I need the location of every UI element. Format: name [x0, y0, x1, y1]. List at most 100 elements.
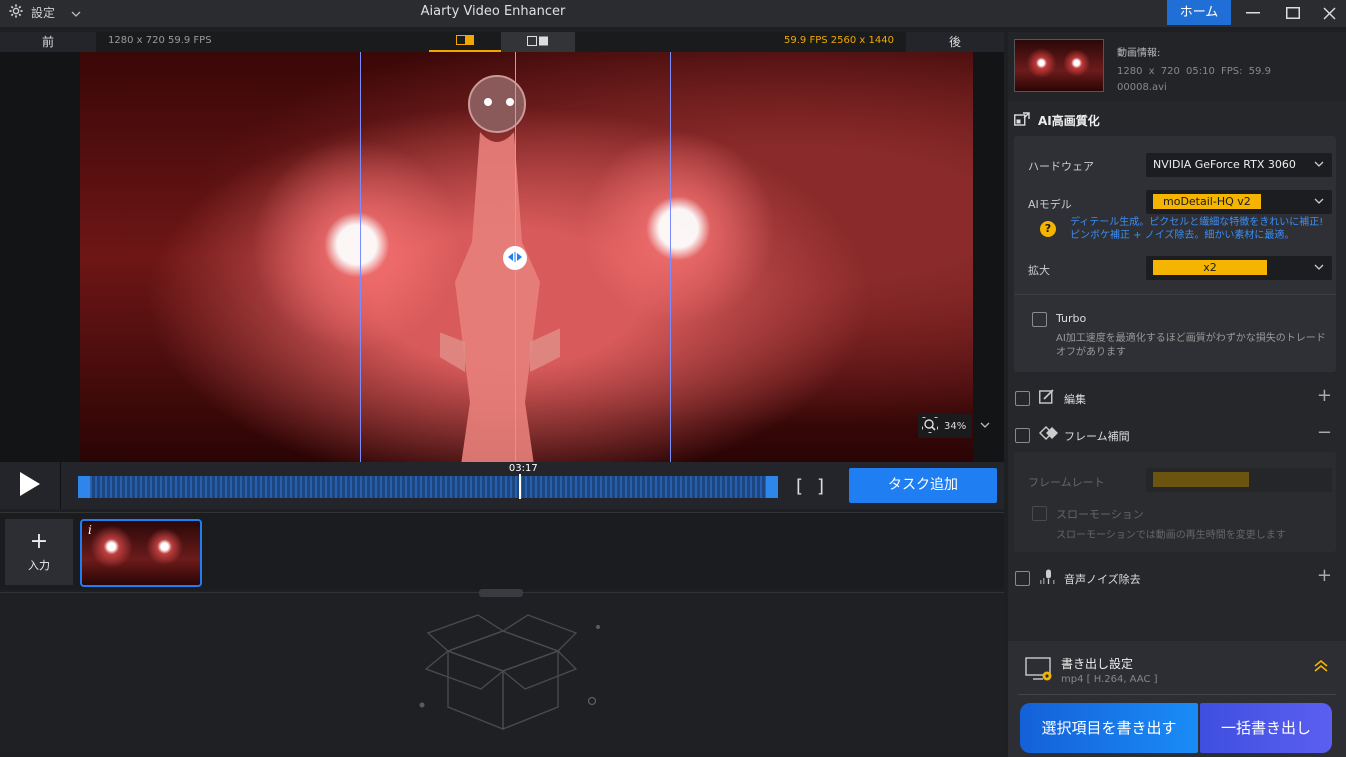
upscale-select[interactable]: x2 — [1146, 256, 1332, 280]
empty-box-icon — [419, 614, 600, 730]
video-frame[interactable] — [80, 52, 973, 462]
microphone-icon — [1039, 569, 1055, 588]
slowmo-label: スローモーション — [1056, 508, 1144, 521]
video-info-title: 動画情報: — [1117, 48, 1161, 59]
zoom-magnifier-icon — [922, 416, 938, 436]
preview-header: 前 1280 x 720 59.9 FPS 59.9 FPS 2560 x 14… — [0, 32, 1004, 52]
hardware-value: NVIDIA GeForce RTX 3060 — [1153, 158, 1296, 171]
playhead[interactable] — [518, 474, 521, 499]
mark-in-icon[interactable]: [ — [796, 476, 803, 497]
video-info-panel: 動画情報: 1280 x 720 05:10 FPS: 59.9 00008.a… — [1008, 32, 1346, 102]
add-task-button[interactable]: タスク追加 — [849, 468, 997, 503]
slowmo-checkbox — [1032, 506, 1047, 521]
edit-feature-row[interactable]: 編集 + — [1008, 381, 1346, 415]
edit-checkbox[interactable] — [1015, 391, 1030, 406]
turbo-checkbox[interactable] — [1032, 312, 1047, 327]
resize-grip[interactable] — [479, 589, 523, 597]
side-by-side-toggle[interactable] — [501, 32, 575, 52]
guide-line-right — [670, 52, 671, 462]
add-input-label: 入力 — [28, 559, 50, 572]
frame-interp-label: フレーム補間 — [1064, 430, 1130, 443]
expand-plus-icon[interactable]: + — [1317, 565, 1332, 586]
trim-end-handle[interactable] — [766, 476, 778, 498]
export-all-button[interactable]: 一括書き出し — [1200, 703, 1332, 753]
ai-enhance-header: AI高画質化 — [1014, 112, 1100, 129]
source-info: 1280 x 720 59.9 FPS — [108, 35, 212, 46]
mark-out-icon[interactable]: ] — [817, 476, 824, 497]
output-info: 59.9 FPS 2560 x 1440 — [784, 35, 894, 46]
chevron-down-icon — [1314, 256, 1324, 280]
video-content — [440, 75, 560, 462]
ai-model-value: moDetail-HQ v2 — [1153, 194, 1261, 209]
plus-icon: + — [29, 529, 49, 554]
ai-enhance-title: AI高画質化 — [1038, 114, 1100, 128]
frame-interp-icon — [1039, 426, 1059, 443]
chevron-down-icon — [1314, 153, 1324, 177]
turbo-label: Turbo — [1056, 312, 1087, 325]
chevron-down-icon — [1314, 190, 1324, 214]
ai-model-select[interactable]: moDetail-HQ v2 — [1146, 190, 1332, 214]
ai-model-description: ディテール生成。ピクセルと繊細な特徴をきれいに補正! ピンボケ補正 + ノイズ除… — [1070, 217, 1324, 241]
empty-task-area — [0, 589, 1004, 752]
split-view-icon — [456, 34, 474, 48]
audio-denoise-checkbox[interactable] — [1015, 571, 1030, 586]
ai-model-label: AIモデル — [1028, 198, 1072, 211]
mark-in-out: [ ] — [796, 476, 824, 497]
hardware-label: ハードウェア — [1028, 160, 1094, 173]
zoom-chevron-icon[interactable] — [980, 420, 990, 431]
video-info-filename: 00008.avi — [1117, 82, 1167, 93]
export-format: mp4 [ H.264, AAC ] — [1061, 674, 1158, 685]
side-by-side-icon — [527, 35, 549, 49]
video-preview-area: 34% — [0, 52, 1004, 462]
export-settings-title[interactable]: 書き出し設定 — [1061, 655, 1133, 672]
hardware-select[interactable]: NVIDIA GeForce RTX 3060 — [1146, 153, 1332, 177]
divider — [1018, 694, 1336, 695]
framerate-label: フレームレート — [1028, 476, 1105, 489]
double-chevron-up-icon[interactable] — [1314, 659, 1328, 677]
split-view-toggle[interactable] — [429, 32, 501, 52]
title-bar: 設定 Aiarty Video Enhancer ホーム — [0, 0, 1346, 27]
edit-label: 編集 — [1064, 393, 1086, 406]
audio-denoise-feature-row[interactable]: 音声ノイズ除去 + — [1008, 561, 1346, 595]
trim-start-handle[interactable] — [78, 476, 90, 498]
play-icon — [19, 471, 41, 500]
export-settings-icon[interactable] — [1025, 657, 1055, 686]
split-handle[interactable] — [503, 246, 527, 270]
turbo-description: AI加工速度を最適化するほど画質がわずかな損失のトレードオフがあります — [1056, 333, 1326, 358]
framerate-select — [1146, 468, 1332, 492]
add-input-button[interactable]: + 入力 — [5, 519, 73, 585]
zoom-control[interactable]: 34% — [918, 414, 972, 438]
video-info-details: 1280 x 720 05:10 FPS: 59.9 — [1117, 66, 1271, 77]
before-label: 前 — [0, 32, 96, 52]
collapse-minus-icon[interactable]: − — [1317, 422, 1332, 443]
after-label: 後 — [906, 32, 1004, 52]
zoom-level: 34% — [944, 420, 967, 432]
audio-denoise-label: 音声ノイズ除去 — [1064, 573, 1141, 586]
home-button[interactable]: ホーム — [1167, 0, 1231, 25]
ai-enhance-settings: ハードウェア NVIDIA GeForce RTX 3060 AIモデル moD… — [1014, 136, 1336, 372]
maximize-icon[interactable] — [1283, 3, 1303, 23]
framerate-value-disabled — [1153, 472, 1249, 487]
frame-interp-feature-row[interactable]: フレーム補間 − — [1008, 418, 1346, 452]
close-icon[interactable] — [1319, 3, 1339, 23]
split-handle-arrows-icon — [508, 251, 522, 265]
export-panel: 書き出し設定 mp4 [ H.264, AAC ] 選択項目を書き出す 一括書き… — [1008, 641, 1346, 757]
current-time: 03:17 — [508, 463, 538, 474]
info-icon[interactable]: i — [88, 523, 92, 537]
guide-line-left — [360, 52, 361, 462]
timeline-track[interactable] — [78, 476, 778, 498]
play-button[interactable] — [0, 462, 61, 509]
app-title: Aiarty Video Enhancer — [420, 4, 566, 19]
slowmo-description: スローモーションでは動画の再生時間を変更します — [1056, 530, 1286, 541]
upscale-value: x2 — [1153, 260, 1267, 275]
help-icon[interactable]: ? — [1040, 221, 1056, 237]
upscale-label: 拡大 — [1028, 264, 1050, 277]
minimize-icon[interactable] — [1243, 3, 1263, 23]
video-thumbnail[interactable]: i — [80, 519, 202, 587]
export-selected-button[interactable]: 選択項目を書き出す — [1020, 703, 1198, 753]
expand-plus-icon[interactable]: + — [1317, 385, 1332, 406]
divider — [1014, 294, 1336, 295]
enhance-icon — [1014, 112, 1030, 129]
frame-interp-settings: フレームレート スローモーション スローモーションでは動画の再生時間を変更します — [1014, 452, 1336, 552]
frame-interp-checkbox[interactable] — [1015, 428, 1030, 443]
